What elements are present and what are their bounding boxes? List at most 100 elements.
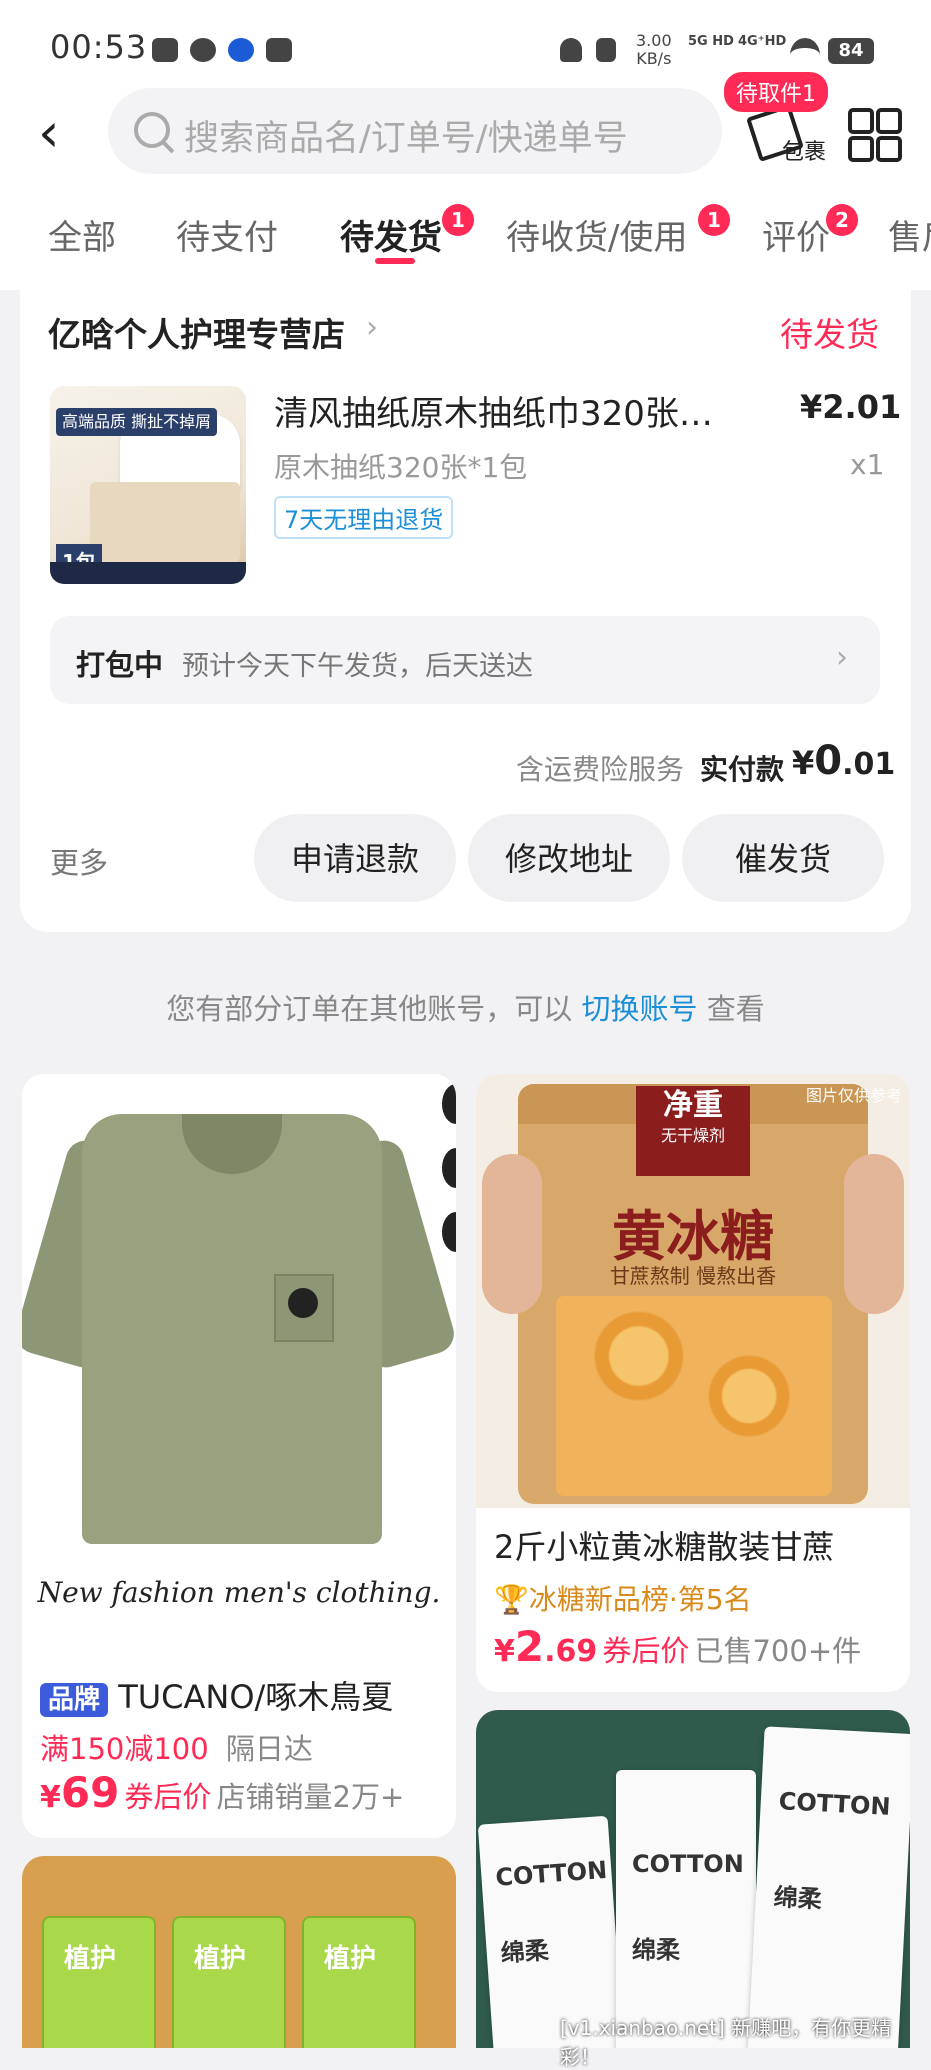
tissue-box-label2: 绵柔 bbox=[499, 1936, 550, 1968]
green-box: 植护 bbox=[42, 1916, 156, 2048]
app-icon bbox=[228, 38, 254, 62]
sugar-crystals bbox=[556, 1296, 832, 1496]
notice-prefix: 您有部分订单在其他账号，可以 bbox=[166, 992, 573, 1026]
tab-reviews[interactable]: 评价 bbox=[762, 210, 830, 259]
switch-account-link[interactable]: 切换账号 bbox=[581, 992, 697, 1026]
sugar-currency: ¥ bbox=[494, 1634, 515, 1669]
tab-pending-receipt[interactable]: 待收货/使用 bbox=[506, 210, 687, 259]
paid-amount: ¥0.01 bbox=[792, 738, 895, 784]
tissue-box-label2: 绵柔 bbox=[773, 1883, 823, 1914]
tissue-box-label2: 绵柔 bbox=[632, 1936, 680, 1964]
sugar-sales: 已售700+件 bbox=[694, 1634, 862, 1668]
product-price: ¥2.01 bbox=[800, 388, 902, 426]
bag-subtitle: 甘蔗熬制 慢熬出香 bbox=[609, 1264, 777, 1288]
tab-after-sales[interactable]: 售后 bbox=[888, 210, 931, 259]
sugar-price-decimal: .69 bbox=[544, 1634, 598, 1669]
sugar-price-label: 券后价 bbox=[602, 1634, 690, 1668]
sugar-rank-text: 冰糖新品榜·第5名 bbox=[528, 1583, 752, 1616]
thumbnail-tag: 高端品质 撕扯不掉屑 bbox=[56, 408, 218, 436]
bag-weight-text: 净重 bbox=[663, 1088, 723, 1123]
tab-badge-reviews: 2 bbox=[826, 204, 858, 236]
chevron-left-icon: ‹ bbox=[38, 101, 60, 164]
product-thumbnail[interactable]: 高端品质 撕扯不掉屑 1包 bbox=[50, 386, 246, 584]
battery-indicator: 84 bbox=[828, 38, 874, 64]
tab-all[interactable]: 全部 bbox=[48, 210, 116, 259]
shirt-discount: 满150减100 bbox=[40, 1732, 209, 1766]
bag-weight-label: 净重 无干燥剂 bbox=[636, 1086, 750, 1176]
side-feature-icons bbox=[442, 1084, 456, 1284]
chevron-right-icon[interactable]: › bbox=[366, 310, 378, 345]
tissue-box-graphic bbox=[90, 482, 240, 562]
back-button[interactable]: ‹ bbox=[38, 106, 60, 160]
shirt-body bbox=[82, 1114, 382, 1544]
shirt-promo: 满150减100 隔日达 bbox=[40, 1726, 313, 1768]
shirt-image[interactable]: New fashion men's clothing. bbox=[22, 1074, 456, 1658]
search-icon bbox=[134, 112, 170, 148]
shipping-status-label: 打包中 bbox=[76, 648, 164, 682]
paid-decimal: .01 bbox=[842, 747, 896, 782]
bag-weight-sub: 无干燥剂 bbox=[660, 1126, 725, 1145]
return-policy-tag: 7天无理由退货 bbox=[274, 496, 454, 539]
shirt-price: 69 bbox=[60, 1768, 120, 1817]
shirt-currency: ¥ bbox=[40, 1780, 61, 1815]
shirt-caption: New fashion men's clothing. bbox=[37, 1576, 441, 1609]
wechat-icon bbox=[152, 38, 178, 62]
more-link[interactable]: 更多 bbox=[50, 840, 108, 882]
account-notice: 您有部分订单在其他账号，可以 切换账号 查看 bbox=[0, 986, 931, 1028]
active-tab-indicator bbox=[375, 258, 415, 264]
signal-5g: 5G HD bbox=[688, 34, 734, 49]
tissue-box-label: COTTON bbox=[778, 1787, 892, 1821]
chevron-right-icon[interactable]: › bbox=[836, 640, 848, 675]
shirt-title[interactable]: 品牌 TUCANO/啄木鳥夏 bbox=[40, 1672, 440, 1718]
tab-badge-pending-shipment: 1 bbox=[442, 204, 474, 236]
trophy-icon: 🏆 bbox=[494, 1583, 529, 1616]
watermark: [v1.xianbao.net] 新赚吧，有你更精彩！ bbox=[560, 2016, 892, 2069]
tab-pending-payment[interactable]: 待支付 bbox=[176, 210, 278, 259]
vibrate-icon bbox=[596, 38, 616, 62]
shirt-title-text: TUCANO/啄木鳥夏 bbox=[118, 1678, 394, 1716]
sugar-image[interactable]: 净重 无干燥剂 黄冰糖 甘蔗熬制 慢熬出香 图片仅供参考 bbox=[476, 1074, 910, 1508]
paid-integer: 0 bbox=[814, 738, 843, 784]
search-placeholder[interactable]: 搜索商品名/订单号/快递单号 bbox=[184, 110, 628, 161]
insurance-note: 含运费险服务 bbox=[516, 753, 685, 786]
wifi-icon bbox=[790, 38, 820, 72]
green-box-text: 植护 bbox=[324, 1944, 377, 1974]
product-name[interactable]: 清风抽纸原木抽纸巾320张… bbox=[274, 386, 754, 435]
headphone-icon bbox=[560, 38, 582, 62]
sugar-price: 2 bbox=[514, 1622, 545, 1671]
tissue-image[interactable]: COTTON 绵柔 COTTON 绵柔 COTTON 绵柔 bbox=[476, 1710, 910, 2048]
network-speed: 3.00 KB/s bbox=[636, 32, 672, 68]
green-box: 植护 bbox=[302, 1916, 416, 2048]
store-name[interactable]: 亿晗个人护理专营店 bbox=[48, 308, 345, 356]
paid-currency: ¥ bbox=[792, 744, 815, 782]
green-box: 植护 bbox=[172, 1916, 286, 2048]
shirt-price-row: ¥69 券后价 店铺销量2万+ bbox=[40, 1768, 404, 1817]
thumbnail-strip bbox=[50, 562, 246, 584]
cat-logo-icon bbox=[288, 1288, 318, 1318]
order-status: 待发货 bbox=[780, 315, 879, 354]
shirt-sales: 店铺销量2万+ bbox=[216, 1780, 405, 1814]
tab-badge-pending-receipt: 1 bbox=[698, 204, 730, 236]
green-tissue-image[interactable]: 植护 植护 植护 bbox=[22, 1856, 456, 2048]
grid-menu-icon[interactable] bbox=[848, 108, 902, 162]
urge-shipment-button[interactable]: 催发货 bbox=[682, 814, 884, 902]
product-quantity: x1 bbox=[850, 448, 885, 481]
product-spec: 原木抽纸320张*1包 bbox=[274, 451, 528, 484]
tab-pending-shipment[interactable]: 待发货 bbox=[340, 210, 442, 259]
green-box-text: 植护 bbox=[64, 1944, 117, 1974]
tissue-box-label: COTTON bbox=[494, 1855, 609, 1892]
status-time: 00:53 bbox=[50, 28, 148, 66]
shirt-price-label: 券后价 bbox=[124, 1780, 212, 1814]
sugar-price-row: ¥2.69 券后价 已售700+件 bbox=[494, 1622, 861, 1671]
brand-badge: 品牌 bbox=[40, 1683, 109, 1717]
package-label[interactable]: 包裹 bbox=[782, 134, 826, 166]
request-refund-button[interactable]: 申请退款 bbox=[254, 814, 456, 902]
sugar-title[interactable]: 2斤小粒黄冰糖散装甘蔗 bbox=[494, 1522, 894, 1568]
sugar-rank[interactable]: 🏆冰糖新品榜·第5名 bbox=[494, 1578, 752, 1618]
shirt-delivery: 隔日达 bbox=[225, 1732, 313, 1766]
speed-value: 3.00 bbox=[636, 31, 672, 50]
green-box-text: 植护 bbox=[194, 1944, 247, 1974]
shipping-estimate: 预计今天下午发货，后天送达 bbox=[182, 651, 533, 682]
change-address-button[interactable]: 修改地址 bbox=[468, 814, 670, 902]
message-icon bbox=[190, 38, 216, 62]
